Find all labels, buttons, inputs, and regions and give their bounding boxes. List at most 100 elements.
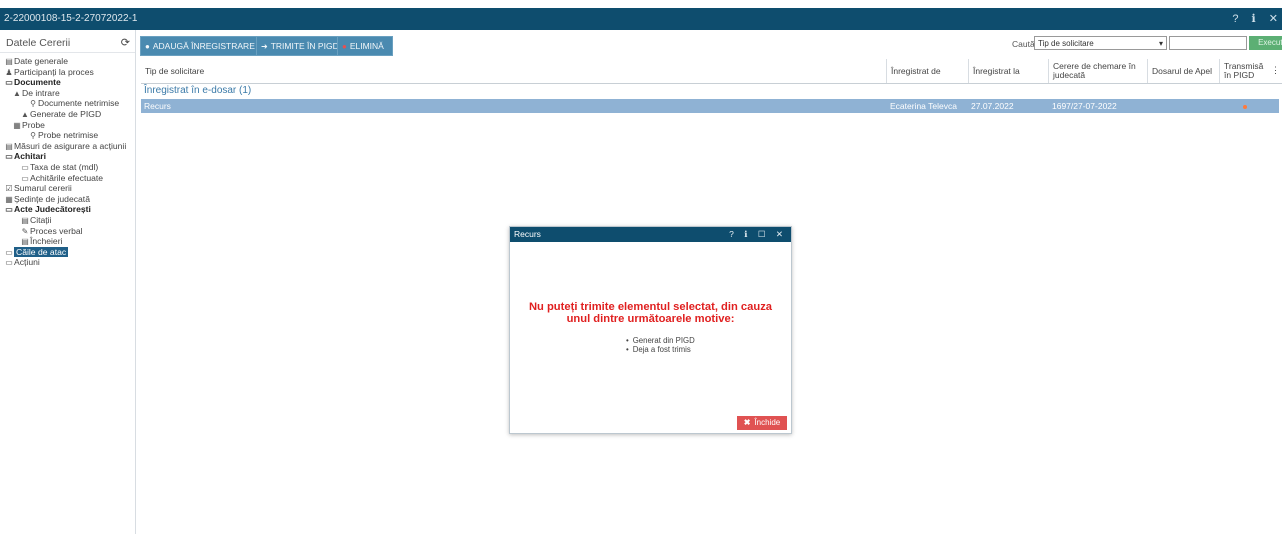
sidebar-item[interactable]: ▭Acte Judecătorești [0, 204, 135, 215]
edit-icon: ✎ [21, 226, 29, 236]
sidebar-item-label: Achitari [14, 151, 46, 162]
sidebar-item-label: De intrare [22, 87, 60, 98]
sidebar-tree: ▤Date generale ♟Participanți la proces ▭Do… [0, 56, 135, 268]
sidebar-item[interactable]: ▦Ședințe de judecată [0, 194, 135, 205]
sidebar-item[interactable]: ✎ Proces verbal [0, 226, 135, 237]
sidebar-item[interactable]: ▤Citații [0, 215, 135, 226]
window-titlebar: 2-22000108-15-2-27072022-1 ? ℹ ✕ [0, 8, 1282, 30]
sidebar-item[interactable]: ▤Date generale [0, 56, 135, 67]
dialog-help-icon[interactable]: ? [729, 229, 734, 239]
sidebar-item[interactable]: ☑Sumarul cererii [0, 183, 135, 194]
sent-status-dot-icon [1243, 99, 1247, 113]
folder-icon: ▭ [21, 173, 29, 183]
doc-icon: ▤ [21, 237, 29, 247]
sidebar-item[interactable]: ▭Achitari [0, 151, 135, 162]
group-row[interactable]: Înregistrat în e-dosar (1) [141, 84, 1282, 98]
col-request-type[interactable]: Tip de solicitare [141, 59, 886, 83]
help-icon[interactable]: ? [1232, 13, 1238, 25]
sidebar-item[interactable]: ▤Încheieri [0, 236, 135, 247]
col-registered-by[interactable]: Înregistrat de [886, 59, 968, 83]
sidebar-item-label: Achitările efectuate [30, 172, 104, 183]
sidebar-item[interactable]: ♟Participanți la proces [0, 67, 135, 78]
sidebar-item-label: Probe netrimise [38, 130, 99, 141]
add-record-button[interactable]: ● ADAUGĂ ÎNREGISTRARE [140, 36, 258, 56]
sidebar-item-label: Probe [22, 119, 45, 130]
delete-button[interactable]: ● ELIMINĂ [337, 36, 393, 56]
dialog-titlebar: Recurs ? ℹ ☐ ✕ [510, 227, 791, 242]
sidebar-item[interactable]: ▭Taxa de stat (mdl) [0, 162, 135, 173]
unsent-icon: ⚲ [30, 99, 36, 109]
search-field-select[interactable]: Tip de solicitare ▾ [1034, 36, 1167, 50]
sidebar-item-label: Acțiuni [14, 257, 40, 268]
folder-icon: ▭ [5, 205, 13, 215]
dialog-close-button[interactable]: ✖ Închide [737, 416, 787, 430]
sidebar-item-label: Generate de PIGD [30, 108, 102, 119]
delete-icon: ● [342, 42, 347, 51]
doc-icon: ▤ [5, 57, 13, 66]
info-icon[interactable]: ℹ [1252, 13, 1256, 25]
col-appeal-file[interactable]: Dosarul de Apel [1147, 59, 1219, 83]
dialog-title: Recurs [514, 229, 541, 239]
sidebar-item[interactable]: ⚲ Documente netrimise [0, 98, 135, 109]
sidebar-item-label: Documente netrimise [38, 98, 120, 109]
sidebar-item[interactable]: ▭ Căile de atac [0, 246, 135, 258]
sidebar-item-label: Documente [14, 77, 61, 88]
col-sent-pigd[interactable]: Transmisă în PIGD [1219, 59, 1271, 83]
dialog-maximize-icon[interactable]: ☐ [758, 229, 766, 239]
sidebar-item-label: Sumarul cererii [14, 183, 72, 194]
sidebar-item[interactable]: ⚲ Probe netrimise [0, 130, 135, 141]
error-dialog: Recurs ? ℹ ☐ ✕ Nu puteți trimite element… [509, 226, 792, 434]
sidebar-item-label: Acte Judecătorești [14, 204, 91, 215]
sidebar-item[interactable]: ▲Generate de PIGD [0, 109, 135, 120]
sidebar-item[interactable]: ▭Achitările efectuate [0, 173, 135, 184]
close-x-icon: ✖ [743, 418, 751, 427]
sidebar-item[interactable]: ▤Măsuri de asigurare a acțiunii [0, 141, 135, 152]
cell-registered-at: 27.07.2022 [971, 101, 1014, 111]
folder-icon: ▭ [5, 247, 13, 257]
people-icon: ♟ [5, 67, 13, 77]
sidebar-item[interactable]: ▦Probe [0, 120, 135, 131]
unsent-icon: ⚲ [30, 131, 36, 141]
sidebar-title: Datele Cererii [6, 37, 71, 49]
folder-icon: ▭ [5, 258, 13, 268]
doc-icon: ▤ [5, 141, 13, 151]
table-row[interactable]: Recurs Ecaterina Televca 27.07.2022 1697… [141, 99, 1279, 113]
dialog-info-icon[interactable]: ℹ [744, 229, 747, 239]
doc-icon: ▤ [21, 215, 29, 225]
folder-icon: ▭ [5, 152, 13, 162]
sidebar-item-label: Proces verbal [30, 225, 83, 236]
sidebar-item[interactable]: ▲De intrare [0, 88, 135, 99]
search-input[interactable] [1169, 36, 1247, 50]
reason-item: Deja a fost trimis [626, 345, 695, 355]
dialog-message: Nu puteți trimite elementul selectat, di… [528, 301, 773, 325]
sidebar-item[interactable]: ▭Documente [0, 77, 135, 88]
send-icon: ➜ [261, 42, 268, 51]
refresh-icon[interactable]: ⟳ [121, 36, 130, 49]
send-pigd-button[interactable]: ➜ TRIMITE ÎN PIGD [256, 36, 345, 56]
plus-circle-icon: ● [145, 42, 150, 51]
evidence-icon: ▦ [13, 120, 21, 130]
cell-claim: 1697/27-07-2022 [1052, 101, 1117, 111]
column-settings-icon[interactable]: ⋮ [1271, 65, 1280, 76]
check-icon: ☑ [5, 184, 13, 194]
calendar-icon: ▦ [5, 194, 13, 204]
col-claim[interactable]: Cerere de chemare în judecată [1048, 59, 1147, 83]
sidebar-item-label: Ședințe de judecată [14, 193, 90, 204]
sidebar-item-label: Taxa de stat (mdl) [30, 161, 99, 172]
sidebar-item-label: Date generale [14, 56, 68, 66]
col-registered-at[interactable]: Înregistrat la [968, 59, 1048, 83]
reason-list: Generat din PIGD Deja a fost trimis [626, 336, 695, 355]
top-strip [0, 0, 1282, 8]
sidebar-header: Datele Cererii ⟳ [0, 32, 135, 53]
sidebar-item-label: Încheieri [30, 236, 63, 247]
execute-button[interactable]: Execută [1249, 36, 1282, 50]
dialog-close-icon[interactable]: ✕ [776, 229, 783, 239]
cell-registered-by: Ecaterina Televca [890, 101, 957, 111]
sidebar-item-label: Căile de atac [14, 246, 69, 257]
cell-request-type: Recurs [144, 101, 171, 111]
close-icon[interactable]: ✕ [1269, 13, 1278, 25]
sidebar: Datele Cererii ⟳ ▤Date generale ♟Particip… [0, 30, 136, 534]
folder-icon: ▭ [21, 162, 29, 172]
inbox-icon: ▲ [21, 109, 29, 119]
sidebar-item[interactable]: ▭Acțiuni [0, 257, 135, 268]
